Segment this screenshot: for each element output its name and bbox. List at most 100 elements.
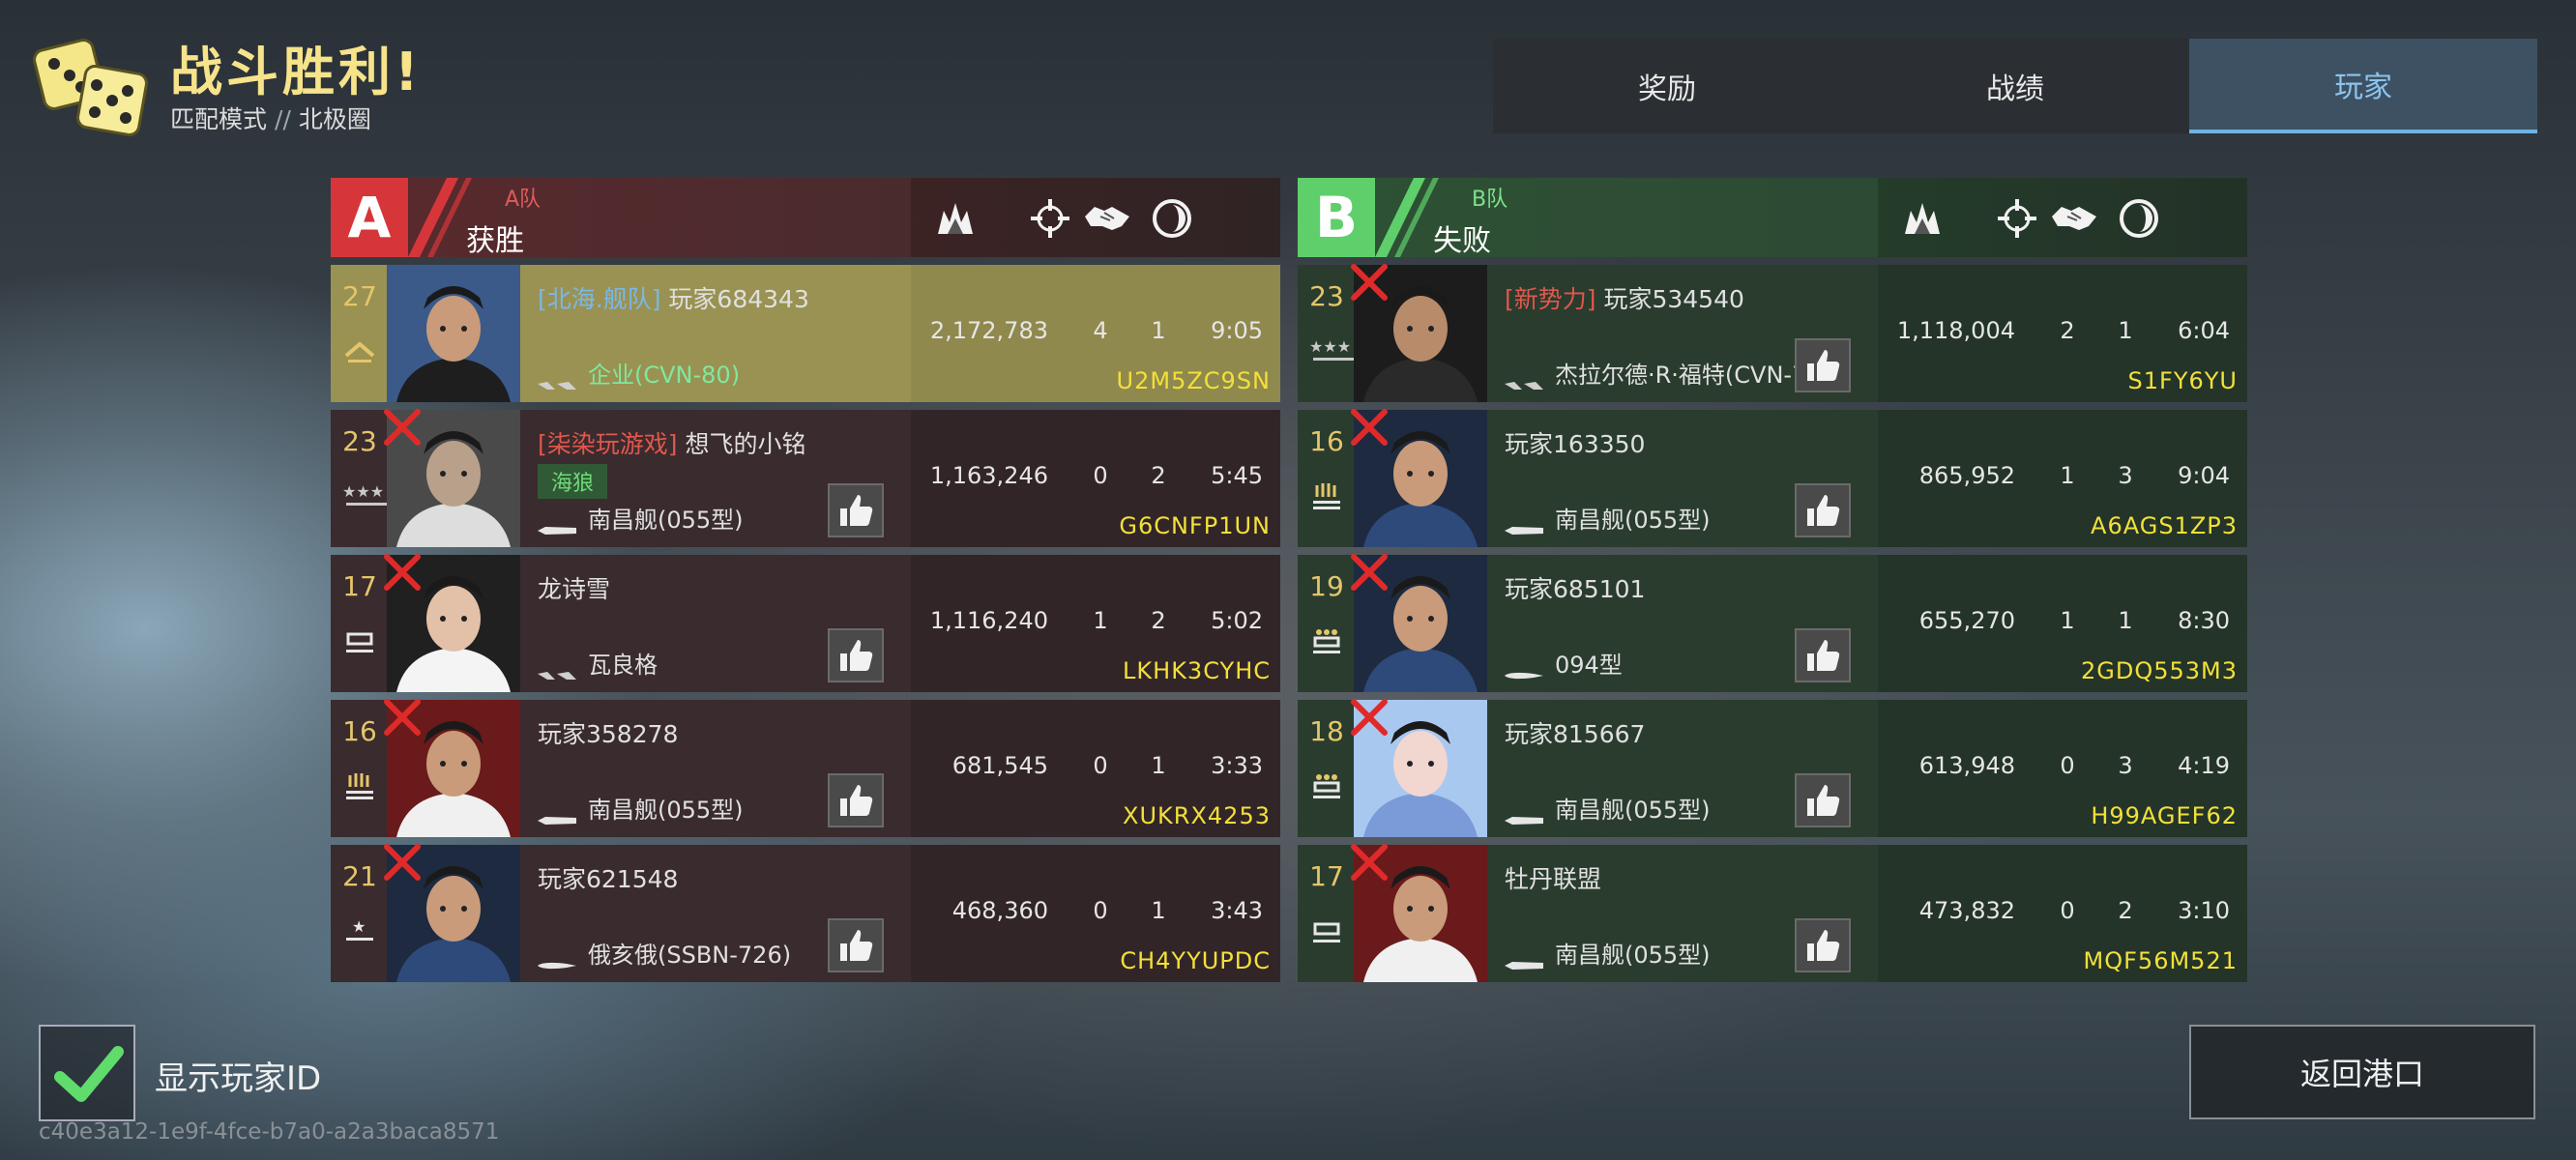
player-row[interactable]: 19 玩家685101 094型 655,270 1 1 8:30 2GDQ553M3 <box>1298 554 2247 692</box>
player-name-line: 玩家685101 <box>1505 570 1645 605</box>
bar-rank-icon <box>342 624 377 659</box>
player-row[interactable]: 27 [北海.舰队] 玩家684343 企业(CVN-80) 2,172,783 4 1 9… <box>331 265 1280 402</box>
tab-bar: 奖励 战绩 玩家 <box>1493 39 2537 133</box>
svg-text:★★★: ★★★ <box>342 482 384 501</box>
player-row[interactable]: 16 玩家163350 南昌舰(055型) 865,952 1 3 9:04 A6AGS1ZP… <box>1298 409 2247 547</box>
show-id-checkbox[interactable] <box>39 1025 135 1121</box>
assists-value: 2 <box>1151 462 1166 489</box>
damage-value: 613,948 <box>1918 752 2015 779</box>
ship-name: 南昌舰(055型) <box>1555 942 1711 969</box>
dice-logo-icon <box>33 35 155 141</box>
player-level: 18 <box>1309 715 1344 747</box>
assists-value: 2 <box>2118 897 2133 924</box>
subtitle-separator: // <box>275 105 291 133</box>
player-row[interactable]: 17 龙诗雪 瓦良格 1,116,240 1 2 5:02 LKHK3CYHC <box>331 554 1280 692</box>
destroyer-icon <box>1505 950 1545 970</box>
three-stars-rank-icon: ★★★ <box>1309 334 1361 369</box>
time-icon <box>1151 197 1193 240</box>
carrier-icon <box>538 660 578 680</box>
destroyer-icon <box>538 515 578 535</box>
like-button[interactable] <box>1795 773 1851 827</box>
player-row[interactable]: 17 牡丹联盟 南昌舰(055型) 473,832 0 2 3:10 MQF56M521 <box>1298 844 2247 982</box>
like-button[interactable] <box>828 918 884 972</box>
player-stats: 865,952 1 3 9:04 A6AGS1ZP3 <box>1878 410 2247 547</box>
like-button[interactable] <box>1795 483 1851 537</box>
kills-value: 1 <box>1093 607 1108 634</box>
kills-icon <box>1996 197 2038 240</box>
match-subtitle: 匹配模式//北极圈 <box>170 101 371 135</box>
player-row[interactable]: 21 ★ 玩家621548 俄亥俄(SSBN-726) 468,360 0 1 3:43 CH4… <box>331 844 1280 982</box>
player-id: U2M5ZC9SN <box>1116 367 1271 394</box>
like-button[interactable] <box>1795 918 1851 972</box>
carrier-icon <box>538 370 578 390</box>
player-row[interactable]: 18 玩家815667 南昌舰(055型) 613,948 0 3 4:19 H99AGEF6… <box>1298 699 2247 837</box>
player-stats: 1,118,004 2 1 6:04 S1FY6YU <box>1878 265 2247 402</box>
ship-name-line: 杰拉尔德·R·福特(CVN-78) <box>1505 356 1830 390</box>
time-value: 3:43 <box>1211 897 1263 924</box>
like-button[interactable] <box>828 628 884 682</box>
time-value: 9:05 <box>1211 317 1263 344</box>
ship-name: 瓦良格 <box>588 652 658 679</box>
player-name: 玩家534540 <box>1603 285 1744 313</box>
player-name: 玩家358278 <box>538 720 679 748</box>
player-name: 玩家815667 <box>1505 720 1646 748</box>
player-name-line: [新势力] 玩家534540 <box>1505 280 1744 315</box>
player-row[interactable]: 23 ★★★ [柒染玩游戏] 想飞的小铭 海狼 南昌舰(055型) 1,163,246 0 2… <box>331 409 1280 547</box>
like-button[interactable] <box>1795 338 1851 392</box>
return-to-port-button[interactable]: 返回港口 <box>2189 1025 2535 1119</box>
player-level: 16 <box>342 715 377 747</box>
like-button[interactable] <box>828 773 884 827</box>
dots-rank-icon <box>1309 769 1344 804</box>
damage-icon <box>1901 197 1944 240</box>
like-button[interactable] <box>1795 628 1851 682</box>
player-name: 牡丹联盟 <box>1505 865 1602 893</box>
ship-name: 南昌舰(055型) <box>588 797 744 824</box>
team-letter: B <box>1298 178 1375 257</box>
player-id: 2GDQ553M3 <box>2080 657 2238 684</box>
team-result: 获胜 <box>466 224 524 258</box>
destroyer-icon <box>538 805 578 825</box>
tab-record[interactable]: 战绩 <box>1841 39 2189 133</box>
assists-icon <box>1083 197 1129 240</box>
kills-value: 1 <box>2060 607 2075 634</box>
player-id: H99AGEF62 <box>2091 802 2238 829</box>
laurel-rank-icon <box>342 769 377 804</box>
thumbs-up-icon <box>1803 491 1842 534</box>
thumbs-up-icon <box>836 636 875 679</box>
kills-value: 0 <box>2060 897 2075 924</box>
kills-value: 2 <box>2060 317 2075 344</box>
kills-value: 0 <box>2060 752 2075 779</box>
tab-rewards[interactable]: 奖励 <box>1493 39 1841 133</box>
player-id: S1FY6YU <box>2127 367 2238 394</box>
x-mark-icon <box>1348 841 1390 884</box>
player-avatar[interactable] <box>387 265 520 402</box>
three-stars-rank-icon: ★★★ <box>342 479 395 514</box>
show-id-label[interactable]: 显示玩家ID <box>155 1052 321 1099</box>
team-result: 失败 <box>1433 224 1491 258</box>
thumbs-up-icon <box>836 781 875 824</box>
team-letter: A <box>331 178 408 257</box>
player-stats: 681,545 0 1 3:33 XUKRX4253 <box>911 700 1280 837</box>
player-stats: 2,172,783 4 1 9:05 U2M5ZC9SN <box>911 265 1280 402</box>
thumbs-up-icon <box>1803 636 1842 679</box>
destroyer-icon <box>1505 515 1545 535</box>
submarine-icon <box>538 950 578 970</box>
kills-icon <box>1029 197 1071 240</box>
x-mark-icon <box>1348 261 1390 304</box>
team-name: B队 <box>1472 188 1508 212</box>
player-name: 想飞的小铭 <box>685 430 806 458</box>
column-header-icons <box>911 178 1280 257</box>
guild-tag: [柒染玩游戏] <box>538 430 678 458</box>
player-row[interactable]: 16 玩家358278 南昌舰(055型) 681,545 0 1 3:33 XUKRX425… <box>331 699 1280 837</box>
time-value: 3:33 <box>1211 752 1263 779</box>
damage-value: 1,118,004 <box>1896 317 2015 344</box>
time-value: 5:02 <box>1211 607 1263 634</box>
player-row[interactable]: 23 ★★★ [新势力] 玩家534540 杰拉尔德·R·福特(CVN-78) 1,11… <box>1298 264 2247 402</box>
like-button[interactable] <box>828 483 884 537</box>
ship-name: 南昌舰(055型) <box>588 507 744 534</box>
tab-players[interactable]: 玩家 <box>2189 39 2537 133</box>
assists-icon <box>2050 197 2096 240</box>
assists-value: 1 <box>1151 317 1166 344</box>
player-name: 玩家163350 <box>1505 430 1646 458</box>
player-stats: 1,163,246 0 2 5:45 G6CNFP1UN <box>911 410 1280 547</box>
